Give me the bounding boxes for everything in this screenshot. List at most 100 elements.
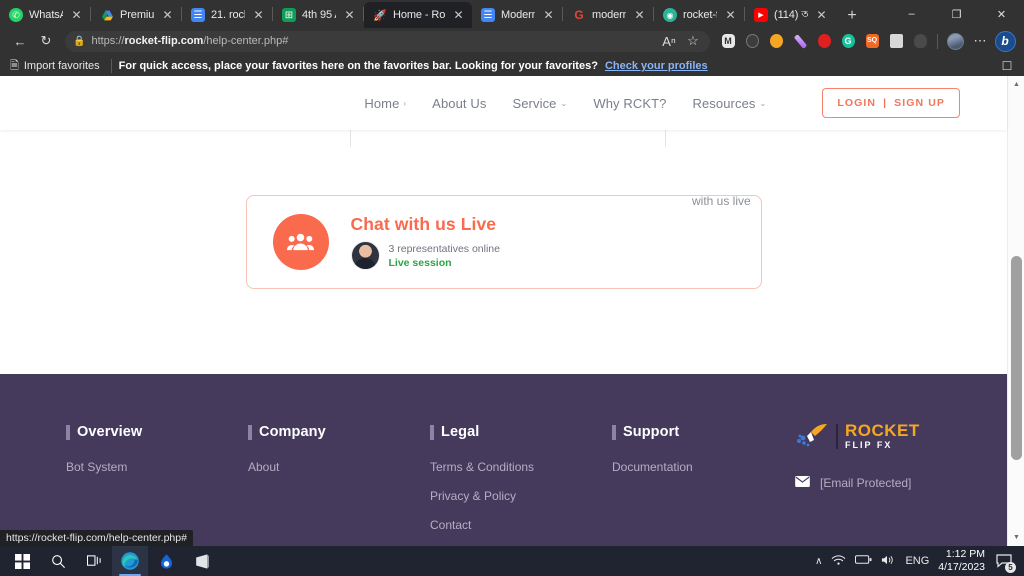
nav-label: Resources bbox=[692, 95, 756, 111]
edge-taskbar-button[interactable] bbox=[112, 546, 148, 576]
browser-tab[interactable]: ☰ Modern Liv ✕ bbox=[472, 2, 562, 28]
browser-tab[interactable]: ▶ (114) আমার ✕ bbox=[745, 2, 835, 28]
dark-reader-extension-icon[interactable] bbox=[741, 31, 763, 51]
favorites-divider bbox=[110, 59, 112, 73]
title-accent-bar bbox=[430, 424, 434, 440]
footer-link-about[interactable]: About bbox=[248, 460, 326, 474]
browser-tab[interactable]: ⊞ 4th 95 Artic ✕ bbox=[273, 2, 363, 28]
footer-email-row[interactable]: [Email Protected] bbox=[795, 474, 920, 492]
favorites-bar: 🗎 Import favorites For quick access, pla… bbox=[0, 54, 1024, 78]
youtube-icon: ▶ bbox=[754, 8, 768, 22]
check-your-profiles-link[interactable]: Check your profiles bbox=[605, 60, 708, 72]
footer-column-company: Company About bbox=[248, 424, 326, 489]
browser-tab[interactable]: ☰ 21. rocket-fl ✕ bbox=[182, 2, 272, 28]
page-scrollbar[interactable]: ▲ ▼ bbox=[1007, 76, 1024, 546]
grammarly-g-extension-icon[interactable]: G bbox=[837, 31, 859, 51]
volume-icon[interactable] bbox=[881, 554, 896, 569]
chat-card-body: Chat with us Live 3 representatives onli… bbox=[350, 214, 500, 270]
footer-link-bot-system[interactable]: Bot System bbox=[66, 460, 142, 474]
new-tab-button[interactable]: + bbox=[839, 4, 865, 28]
task-view-button[interactable] bbox=[76, 546, 112, 576]
minimize-button[interactable]: – bbox=[889, 0, 934, 28]
honey-extension-icon[interactable] bbox=[765, 31, 787, 51]
tray-chevron-icon[interactable]: ∧ bbox=[815, 556, 822, 567]
tab-close-icon[interactable]: ✕ bbox=[69, 8, 84, 23]
cutoff-text-fragment: with us live bbox=[692, 194, 751, 208]
collections-icon[interactable]: ☐ bbox=[996, 56, 1018, 76]
battery-icon[interactable] bbox=[855, 554, 872, 568]
auth-separator: | bbox=[883, 97, 888, 109]
footer-link-terms-conditions[interactable]: Terms & Conditions bbox=[430, 460, 534, 474]
language-indicator[interactable]: ENG bbox=[905, 555, 929, 567]
back-arrow-icon[interactable]: ← bbox=[8, 30, 32, 52]
clock[interactable]: 1:12 PM 4/17/2023 bbox=[938, 548, 985, 574]
ghostery-extension-icon[interactable] bbox=[909, 31, 931, 51]
image-extension-icon[interactable] bbox=[885, 31, 907, 51]
more-options-icon[interactable]: ⋯ bbox=[968, 30, 992, 52]
highlighter-extension-icon[interactable] bbox=[789, 31, 811, 51]
seoquake-extension-icon[interactable]: SQ bbox=[861, 31, 883, 51]
grammarly-extension-icon[interactable]: M bbox=[717, 31, 739, 51]
nav-item-service[interactable]: Service ⌄ bbox=[512, 96, 567, 111]
browser-chrome: ✆ WhatsApp ✕ Premiumrec ✕ ☰ 21. rocket-f… bbox=[0, 0, 1024, 78]
wifi-icon[interactable] bbox=[831, 554, 846, 569]
tab-close-icon[interactable]: ✕ bbox=[541, 8, 556, 23]
nav-item-why-rckt[interactable]: Why RCKT? bbox=[593, 96, 666, 111]
tab-close-icon[interactable]: ✕ bbox=[251, 8, 266, 23]
tab-title: Premiumrec bbox=[120, 9, 154, 21]
tab-close-icon[interactable]: ✕ bbox=[160, 8, 175, 23]
title-accent-bar bbox=[612, 424, 616, 440]
start-button[interactable] bbox=[4, 546, 40, 576]
logo-flipfx-text: FLIP FX bbox=[845, 440, 893, 450]
rocket-logo-icon: ROCKET FLIP FX bbox=[795, 422, 920, 450]
adblock-extension-icon[interactable] bbox=[813, 31, 835, 51]
website-page: Home › About Us Service ⌄ Why RCKT? Reso bbox=[0, 76, 1007, 546]
logo-rocket-text: ROCKET bbox=[845, 421, 920, 440]
browser-tab[interactable]: Premiumrec ✕ bbox=[91, 2, 181, 28]
footer-content: Overview Bot System Company About Legal … bbox=[0, 374, 1007, 546]
notifications-icon[interactable]: 5 bbox=[994, 551, 1016, 573]
tab-close-icon[interactable]: ✕ bbox=[342, 8, 357, 23]
tab-close-icon[interactable]: ✕ bbox=[451, 8, 466, 23]
login-signup-button[interactable]: LOGIN | SIGN UP bbox=[822, 88, 960, 118]
nav-item-about-us[interactable]: About Us bbox=[432, 96, 486, 111]
bing-copilot-icon[interactable]: b bbox=[994, 30, 1016, 52]
tab-close-icon[interactable]: ✕ bbox=[814, 8, 829, 23]
scroll-down-arrow-icon[interactable]: ▼ bbox=[1008, 529, 1024, 546]
footer-link-documentation[interactable]: Documentation bbox=[612, 460, 693, 474]
read-aloud-icon[interactable]: Aⁿ bbox=[660, 30, 678, 52]
footer-link-contact[interactable]: Contact bbox=[430, 518, 534, 532]
store-taskbar-button[interactable] bbox=[184, 546, 220, 576]
nav-item-home[interactable]: Home › bbox=[364, 96, 406, 111]
chat-with-us-live-card[interactable]: Chat with us Live 3 representatives onli… bbox=[245, 195, 762, 289]
chevron-right-icon: › bbox=[403, 98, 407, 108]
tab-title: rocket-flip.c bbox=[683, 9, 717, 21]
browser-tab[interactable]: G modern cos ✕ bbox=[563, 2, 653, 28]
tab-close-icon[interactable]: ✕ bbox=[723, 8, 738, 23]
browser-tab[interactable]: ✆ WhatsApp ✕ bbox=[0, 2, 90, 28]
scrollbar-thumb[interactable] bbox=[1011, 256, 1022, 460]
footer-link-privacy-policy[interactable]: Privacy & Policy bbox=[430, 489, 534, 503]
maximize-button[interactable]: ❐ bbox=[934, 0, 979, 28]
browser-tab-active[interactable]: 🚀 Home - Roc ✕ bbox=[364, 2, 472, 28]
tab-title: (114) আমার bbox=[774, 8, 808, 21]
profile-avatar[interactable] bbox=[944, 31, 966, 51]
footer-column-support: Support Documentation bbox=[612, 424, 693, 489]
logo-divider bbox=[836, 423, 838, 449]
tab-title: 21. rocket-fl bbox=[211, 9, 245, 21]
title-accent-bar bbox=[66, 424, 70, 440]
footer-title-text: Company bbox=[259, 424, 326, 440]
close-window-button[interactable]: ✕ bbox=[979, 0, 1024, 28]
scroll-up-arrow-icon[interactable]: ▲ bbox=[1008, 76, 1024, 93]
tab-title: WhatsApp bbox=[29, 9, 63, 21]
tab-close-icon[interactable]: ✕ bbox=[632, 8, 647, 23]
add-favorite-icon[interactable]: ☆ bbox=[684, 30, 702, 52]
import-favorites-button[interactable]: 🗎 Import favorites bbox=[6, 55, 104, 78]
app-taskbar-button[interactable] bbox=[148, 546, 184, 576]
browser-tab[interactable]: ◉ rocket-flip.c ✕ bbox=[654, 2, 744, 28]
nav-item-resources[interactable]: Resources ⌄ bbox=[692, 96, 766, 111]
address-bar[interactable]: 🔒 https://rocket-flip.com/help-center.ph… bbox=[65, 30, 710, 52]
search-button[interactable] bbox=[40, 546, 76, 576]
refresh-icon[interactable]: ↻ bbox=[34, 30, 58, 52]
chevron-down-icon: ⌄ bbox=[560, 98, 568, 108]
